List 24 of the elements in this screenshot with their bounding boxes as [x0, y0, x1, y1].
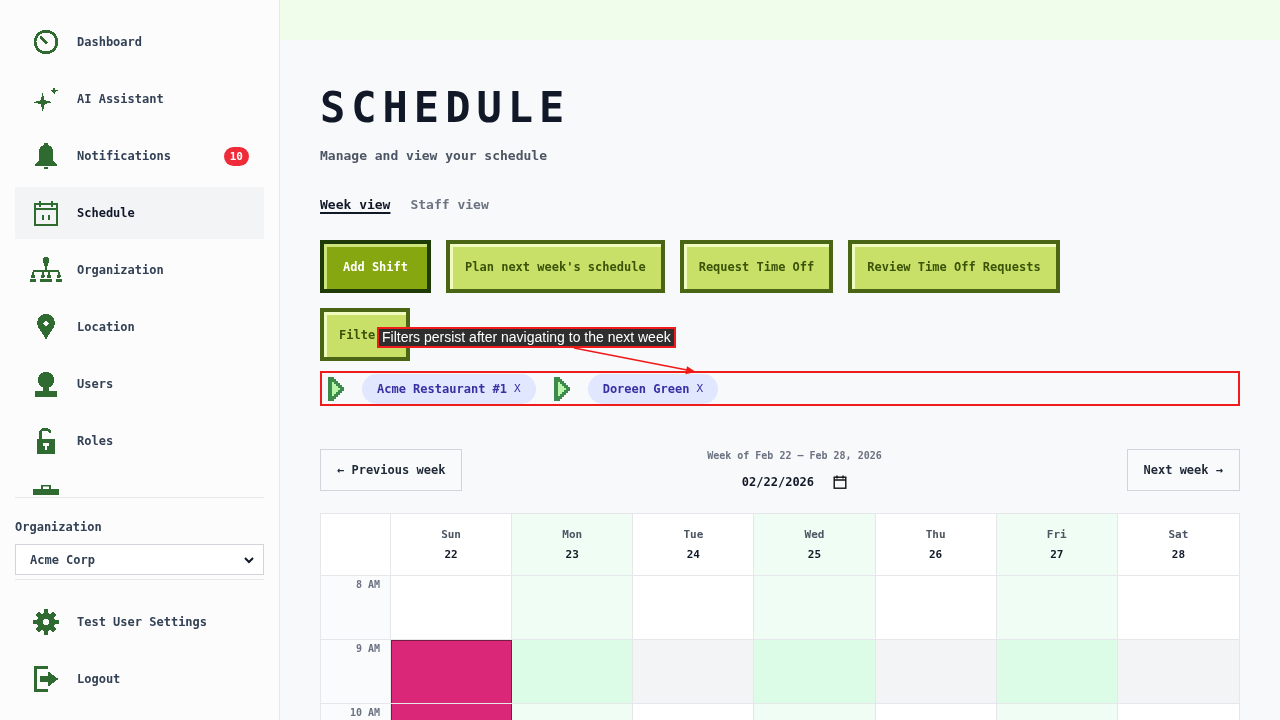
time-label: 9 AM [321, 640, 391, 703]
day-name: Fri [1046, 527, 1067, 542]
count-badge: 10 [223, 146, 249, 166]
day-name: Thu [925, 527, 946, 542]
organization-label: Organization [15, 519, 103, 535]
day-name: Sat [1168, 527, 1189, 542]
day-date: 23 [565, 547, 579, 562]
time-label: 8 AM [321, 576, 391, 639]
day-date: 26 [929, 547, 943, 562]
day-name: Wed [804, 527, 825, 542]
day-name: Tue [683, 527, 704, 542]
day-date: 24 [686, 547, 700, 562]
filter-chip-label: Acme Restaurant #1 [377, 381, 508, 396]
day-date: 25 [807, 547, 822, 562]
week-range-label: Week of Feb 22 – Feb 28, 2026 [707, 449, 882, 463]
day-date: 28 [1171, 547, 1186, 562]
day-name: Sun [441, 527, 461, 542]
page-title: SCHEDULE [320, 87, 572, 129]
day-date: 22 [444, 547, 458, 562]
day-name: Mon [562, 527, 583, 542]
day-date: 27 [1050, 547, 1064, 562]
page-subtitle: Manage and view your schedule [320, 147, 548, 165]
filter-chip-label: Doreen Green [602, 381, 690, 396]
time-label: 10 AM [321, 704, 391, 720]
